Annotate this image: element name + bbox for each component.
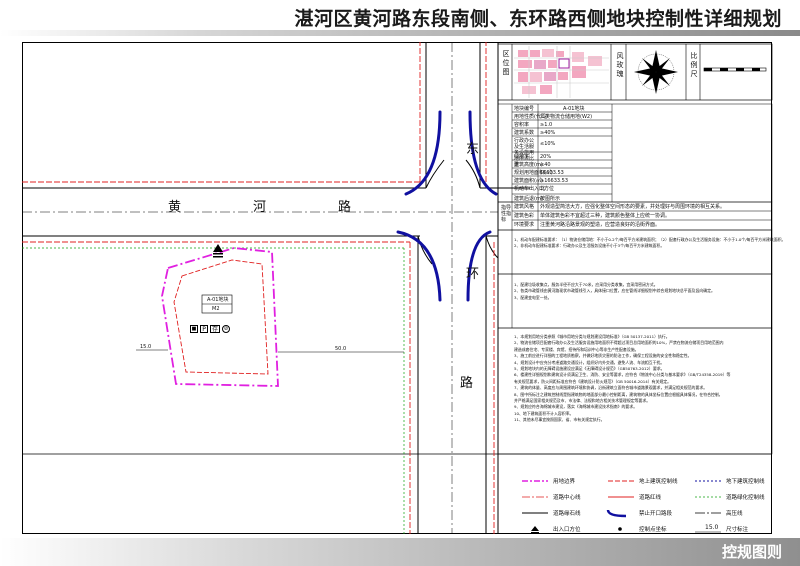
scale-bar: [703, 67, 767, 72]
indicator-key: 绿地率: [514, 154, 530, 160]
dimension-label: 50.0: [335, 346, 347, 352]
general-note: 11、其他未尽事宜按照国家、省、市有关规定执行。: [514, 417, 605, 423]
legend-dim-value: 15.0: [705, 524, 719, 531]
legend-label: 出入口方位: [553, 527, 581, 533]
guidance-value: 外观造型简洁大方，应强化整体空间形态的要素，并处理好与周围环境的相互关系。: [540, 204, 726, 210]
legend-label: 控制点坐标: [639, 527, 667, 533]
road-centerlines: [22, 42, 498, 534]
parking-icon: P: [200, 325, 208, 333]
indicator-value: 20%: [540, 154, 552, 160]
indicator-key: 容积率: [514, 122, 530, 128]
indicator-value: 16633.53: [540, 170, 564, 176]
dimension-lines: [136, 349, 404, 353]
facility-note: 2、各类市政管线由黄河路现状市政管线引入，具体接口位置，应在管线详细规划中综合规…: [514, 288, 715, 294]
guidance-key: 建筑色彩: [514, 213, 535, 219]
road-label-donghuan: 路: [460, 376, 474, 391]
indicator-key: 机动车出入口方位: [514, 186, 555, 192]
general-note: 6、楼建性详细规划和建筑设计须满足卫生、消防、安全等要求，应符合《物流中心分类与…: [514, 372, 731, 378]
indicator-key: 建筑高度(m): [514, 162, 543, 168]
legend-label: 道路中心线: [553, 495, 581, 501]
footer-title: 控规图则: [721, 543, 782, 561]
legend-label: 尺寸标注: [726, 527, 749, 533]
garbage-point-icon: ■: [190, 325, 198, 333]
substation-icon: ⊘: [222, 325, 230, 333]
dimension-label: 15.0: [140, 344, 152, 350]
indicator-value: ≥1.0: [540, 122, 553, 128]
guidance-label: 指导性指标: [501, 205, 512, 223]
indicator-value: 北: [540, 186, 546, 192]
indicator-value: 二类物流仓储用地(W2): [540, 114, 593, 120]
indicator-key: 建筑后退(m): [514, 196, 543, 202]
legend-label: 道路红线: [639, 495, 662, 501]
guidance-value: 单体建筑色彩不宜超过三种，建筑颜色整体上应统一协调。: [540, 213, 671, 219]
facility-notes: 1、配建垃圾收集点，服务半径不应大于70米，应采用分类收集，宜采用密闭方式。 2…: [514, 282, 715, 301]
wind-rose-label: 风玫瑰: [616, 52, 624, 79]
parcel-landuse: M2: [212, 306, 220, 312]
legend-label: 禁止开口路段: [639, 511, 673, 517]
location-map: [514, 46, 609, 98]
road-label-donghuan: 东: [466, 142, 480, 157]
green-control-lines: [22, 247, 405, 534]
general-note: 7、建筑的体量、高度应与周围建筑环境和协调，沿街建筑立面符合城市道路景观要求，并…: [514, 385, 708, 391]
indicator-value: ≤10%: [540, 141, 556, 147]
general-note: 2、物流仓储项目配套行政办公及生活服务设施用地面积不得超过项目总用地面积的10%…: [514, 340, 724, 346]
guidance-key: 建筑风格: [514, 204, 535, 210]
road-label-donghuan: 环: [466, 267, 480, 282]
indicator-value: 按图所示: [540, 196, 561, 202]
legend-label: 地下建筑控制线: [726, 479, 765, 485]
indicator-key: 建筑系数: [514, 130, 535, 136]
facility-icons: ■ P 存 ⊘: [190, 325, 230, 333]
legend-label: 地上建筑控制线: [639, 479, 678, 485]
road-label-huanghe: 黄: [168, 200, 182, 215]
facility-note: 3、配建变电室一处。: [514, 294, 552, 300]
guidance-key: 环境要求: [514, 222, 535, 228]
legend-label: 用地边界: [553, 479, 576, 485]
location-map-label: 区位图: [502, 50, 510, 77]
road-curbs: [22, 42, 530, 534]
wind-rose: [634, 50, 678, 94]
indicator-key: 建筑面积(㎡): [514, 178, 543, 184]
parcel-code: A-01地块: [207, 297, 229, 303]
road-label-huanghe: 河: [253, 200, 267, 215]
indicator-value: ≥40%: [540, 130, 556, 136]
indicator-header-value: A-01地块: [563, 106, 585, 112]
legend-label: 道路绿化控制线: [726, 495, 765, 501]
scale-label: 比例尺: [690, 52, 698, 79]
guidance-value: 注重黄河路沿路景观的塑造，应营造良好的沿街界面。: [540, 222, 661, 228]
indicator-value: ≤40: [540, 162, 551, 168]
indicator-header-key: 地块编号: [514, 106, 535, 112]
building-control-line: [173, 259, 269, 375]
footer-bar: [0, 538, 800, 566]
bike-parking-icon: 存: [210, 325, 220, 333]
parking-note: 2、非机动车配建标准要求：行政办公及生活服务设施不小于3个/每百平方米建筑面积。: [514, 243, 665, 249]
road-red-lines: [22, 42, 495, 534]
indicator-value: ≥16633.53: [540, 178, 569, 184]
parcel-boundary: [161, 247, 279, 387]
general-notes: 1、本规划用地分类参照《城市用地分类与规划建设用地标准》（GB 50137-20…: [514, 334, 730, 424]
road-label-huanghe: 路: [338, 200, 352, 215]
no-opening-segments: [396, 110, 498, 302]
entrance-arrow: [213, 244, 223, 258]
legend-label: 道路缘石线: [553, 511, 581, 517]
legend-label: 高压线: [726, 511, 743, 517]
parking-notes: 1、机动车配建标准要求：（1）物流仓储用地：不小于0.2个/每百平方米建筑面积；…: [514, 237, 785, 250]
